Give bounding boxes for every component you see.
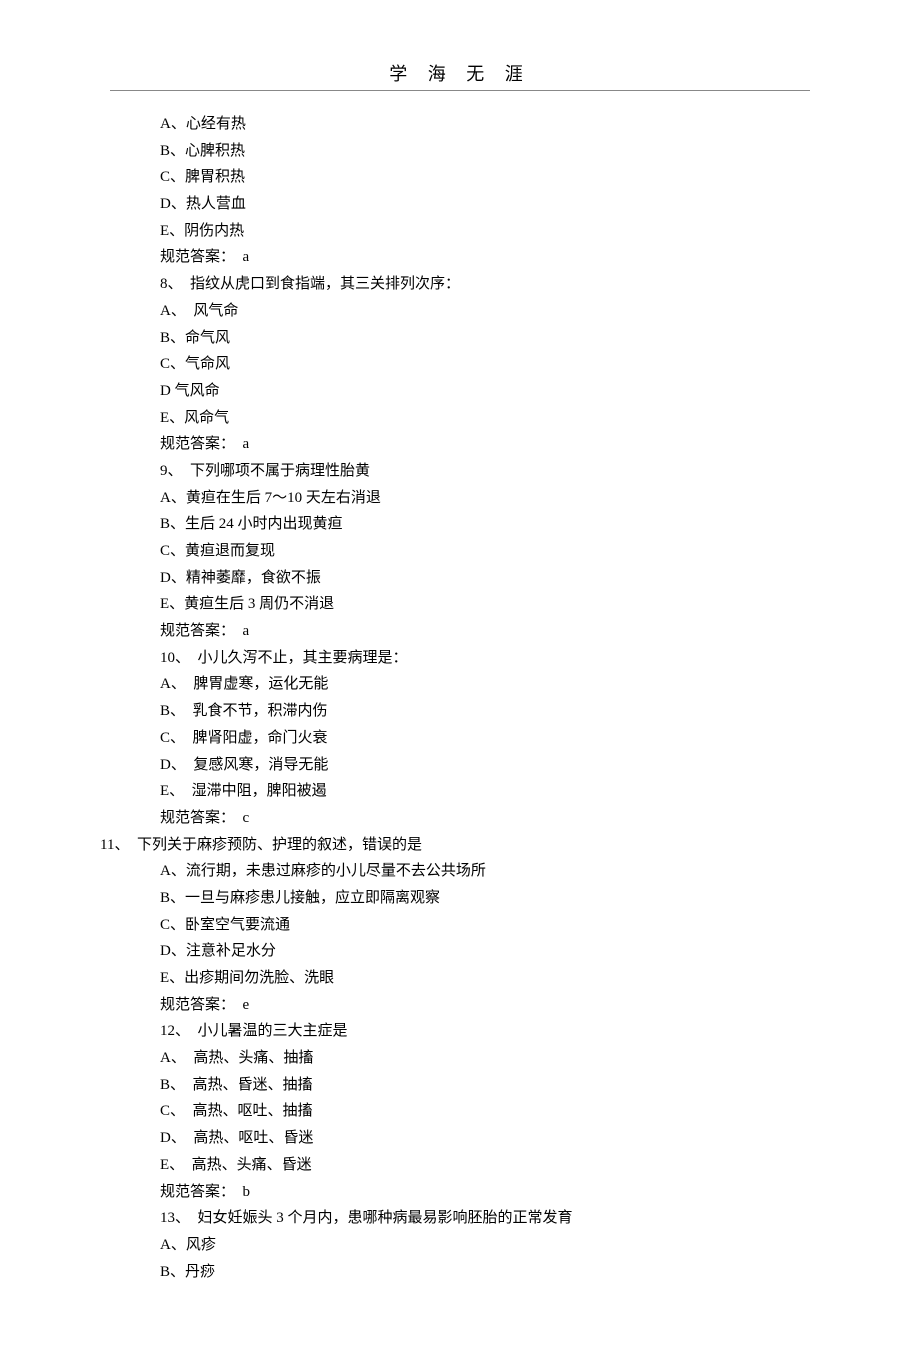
text-line: A、黄疸在生后 7～10 天左右消退: [100, 485, 820, 512]
text-line: B、命气风: [100, 325, 820, 352]
text-line: C、脾胃积热: [100, 164, 820, 191]
text-line: B、丹痧: [100, 1259, 820, 1286]
text-line: 12、 小儿暑温的三大主症是: [100, 1018, 820, 1045]
text-line: E、出疹期间勿洗脸、洗眼: [100, 965, 820, 992]
text-line: E、阴伤内热: [100, 218, 820, 245]
text-line: A、 高热、头痛、抽搐: [100, 1045, 820, 1072]
text-line: 8、 指纹从虎口到食指端，其三关排列次序：: [100, 271, 820, 298]
text-line: 规范答案： a: [100, 618, 820, 645]
text-line: B、心脾积热: [100, 138, 820, 165]
text-line: 规范答案： a: [100, 244, 820, 271]
text-line: C、 高热、呕吐、抽搐: [100, 1098, 820, 1125]
text-line: C、 脾肾阳虚，命门火衰: [100, 725, 820, 752]
header-divider: [110, 90, 810, 91]
text-line: C、气命风: [100, 351, 820, 378]
text-line: B、 乳食不节，积滞内伤: [100, 698, 820, 725]
text-line: D、 高热、呕吐、昏迷: [100, 1125, 820, 1152]
text-line: 规范答案： a: [100, 431, 820, 458]
text-line: A、流行期，未患过麻疹的小儿尽量不去公共场所: [100, 858, 820, 885]
text-line: D、 复感风寒，消导无能: [100, 752, 820, 779]
text-line: B、 高热、昏迷、抽搐: [100, 1072, 820, 1099]
text-line: A、 脾胃虚寒，运化无能: [100, 671, 820, 698]
text-line: D 气风命: [100, 378, 820, 405]
page-title: 学 海 无 涯: [100, 60, 820, 86]
text-line: 10、 小儿久泻不止，其主要病理是：: [100, 645, 820, 672]
text-line: A、风疹: [100, 1232, 820, 1259]
text-line: C、卧室空气要流通: [100, 912, 820, 939]
document-body: A、心经有热B、心脾积热C、脾胃积热D、热人营血E、阴伤内热规范答案： a8、 …: [100, 111, 820, 1285]
text-line: A、 风气命: [100, 298, 820, 325]
text-line: 规范答案： b: [100, 1179, 820, 1206]
text-line: B、一旦与麻疹患儿接触，应立即隔离观察: [100, 885, 820, 912]
text-line: 13、 妇女妊娠头 3 个月内，患哪种病最易影响胚胎的正常发育: [100, 1205, 820, 1232]
text-line: B、生后 24 小时内出现黄疸: [100, 511, 820, 538]
text-line: D、精神萎靡，食欲不振: [100, 565, 820, 592]
text-line: A、心经有热: [100, 111, 820, 138]
text-line: C、黄疸退而复现: [100, 538, 820, 565]
text-line: 规范答案： c: [100, 805, 820, 832]
text-line: E、 湿滞中阻，脾阳被遏: [100, 778, 820, 805]
text-line: D、热人营血: [100, 191, 820, 218]
text-line: 规范答案： e: [100, 992, 820, 1019]
document-page: 学 海 无 涯 A、心经有热B、心脾积热C、脾胃积热D、热人营血E、阴伤内热规范…: [0, 0, 920, 1345]
text-line: E、 高热、头痛、昏迷: [100, 1152, 820, 1179]
text-line: 11、 下列关于麻疹预防、护理的叙述，错误的是: [100, 832, 820, 859]
text-line: 9、 下列哪项不属于病理性胎黄: [100, 458, 820, 485]
text-line: D、注意补足水分: [100, 938, 820, 965]
text-line: E、黄疸生后 3 周仍不消退: [100, 591, 820, 618]
text-line: E、风命气: [100, 405, 820, 432]
